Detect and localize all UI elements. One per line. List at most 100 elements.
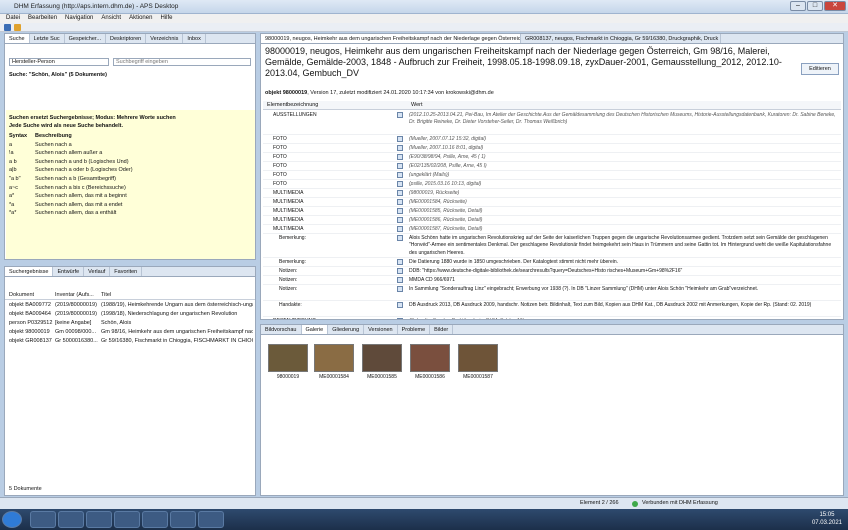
- table-row[interactable]: person P0329512 [keine Angabe] Schön, Aloi…: [5, 319, 255, 328]
- field-link-icon[interactable]: [397, 198, 405, 205]
- taskbar-app-2-icon[interactable]: [58, 511, 84, 528]
- taskbar-app-1-icon[interactable]: [30, 511, 56, 528]
- taskbar-browser-icon[interactable]: [114, 511, 140, 528]
- gallery-thumbnail[interactable]: [268, 344, 308, 372]
- field-row[interactable]: Notizen: MMDA CD 966/6971: [263, 276, 841, 285]
- taskbar-outlook-icon[interactable]: [86, 511, 112, 528]
- taskbar-app-6-icon[interactable]: [170, 511, 196, 528]
- field-row[interactable]: MULTIMEDIA (ME00001586, Rückseite, Detail…: [263, 216, 841, 225]
- table-row[interactable]: objekt BA009464 (2019/80000019) (1998/18),…: [5, 310, 255, 319]
- field-row[interactable]: Notizen: DDB: "https://www.deutsche-digit…: [263, 267, 841, 276]
- new-document-icon[interactable]: [4, 24, 11, 31]
- menu-aktionen[interactable]: Aktionen: [129, 14, 152, 23]
- field-link-icon[interactable]: [397, 301, 405, 308]
- field-row[interactable]: RESTAURIERUNG (Schaulin, Sandra; Praktika…: [263, 317, 841, 319]
- menu-datei[interactable]: Datei: [6, 14, 20, 23]
- results-col-dokument[interactable]: Dokument: [9, 291, 34, 300]
- gallery-thumbnail[interactable]: [410, 344, 450, 372]
- menu-hilfe[interactable]: Hilfe: [160, 14, 172, 23]
- tab-probleme[interactable]: Probleme: [398, 325, 431, 334]
- field-row[interactable]: FOTO (Mueller, 2007.07.12 15:32, digital): [263, 135, 841, 144]
- results-col-inventar[interactable]: Inventar (Aufs...: [55, 291, 94, 300]
- fields-col-element[interactable]: Elementbezeichnung: [267, 101, 318, 110]
- field-link-icon[interactable]: [397, 207, 405, 214]
- menu-bearbeiten[interactable]: Bearbeiten: [28, 14, 57, 23]
- field-row[interactable]: MULTIMEDIA (98000019, Rückseite): [263, 189, 841, 198]
- field-row[interactable]: FOTO (E02/135/02/208, Psille, Arne, 45 I): [263, 162, 841, 171]
- open-folder-icon[interactable]: [14, 24, 21, 31]
- tab-record-gr008137[interactable]: GR008137, neugos, Fischmarkt in Chioggia…: [521, 34, 721, 43]
- result-inv: (2019/80000019): [55, 311, 97, 317]
- gallery-thumbnail[interactable]: [362, 344, 402, 372]
- field-row[interactable]: Bemerkung: Alois Schönn hatte im ungarisc…: [263, 234, 841, 258]
- tab-gespeichert[interactable]: Gespeicher...: [65, 34, 107, 43]
- results-list: objekt BA009772 (2019/80000019) (1988/19),…: [5, 301, 255, 346]
- field-link-icon[interactable]: [397, 180, 405, 187]
- field-row[interactable]: FOTO (E90/38/98/94, Psille, Arne, 45 ( 1): [263, 153, 841, 162]
- field-link-icon[interactable]: [397, 171, 405, 178]
- search-field-select[interactable]: Hersteller-Person: [9, 58, 109, 66]
- tab-verlauf[interactable]: Verlauf: [84, 267, 111, 276]
- tab-favoriten[interactable]: Favoriten: [110, 267, 143, 276]
- field-link-icon[interactable]: [397, 318, 405, 319]
- field-link-icon[interactable]: [397, 285, 405, 292]
- field-row[interactable]: MULTIMEDIA (ME00001584, Rückseite): [263, 198, 841, 207]
- tab-suche[interactable]: Suche: [5, 34, 30, 43]
- field-link-icon[interactable]: [397, 225, 405, 232]
- field-link-icon[interactable]: [397, 135, 405, 142]
- field-link-icon[interactable]: [397, 234, 405, 241]
- taskbar-word-icon[interactable]: [198, 511, 224, 528]
- field-row[interactable]: FOTO (psille, 2015.03.16 10:13, digital): [263, 180, 841, 189]
- field-link-icon[interactable]: [397, 162, 405, 169]
- table-row[interactable]: objekt GR008137 Gr 5000016380... Gr 59/163…: [5, 337, 255, 346]
- tab-galerie[interactable]: Galerie: [301, 325, 329, 334]
- search-input[interactable]: [113, 58, 251, 66]
- field-link-icon[interactable]: [397, 216, 405, 223]
- field-row[interactable]: AUSSTELLUNGEN (2012.10.25-2013.04.21, Pei…: [263, 111, 841, 135]
- tab-bildvorschau[interactable]: Bildvorschau: [261, 325, 302, 334]
- record-editor: 98000019, neugos, Heimkehr aus dem ungar…: [260, 33, 844, 320]
- tab-entwuerfe[interactable]: Entwürfe: [53, 267, 85, 276]
- close-button[interactable]: ✕: [824, 1, 846, 11]
- tab-inbox[interactable]: Inbox: [183, 34, 206, 43]
- minimize-button[interactable]: –: [790, 1, 806, 11]
- tab-deskriptoren[interactable]: Deskriptoren: [106, 34, 147, 43]
- field-row[interactable]: FOTO (Mueller, 2007.10.16 8:01, digital): [263, 144, 841, 153]
- tab-verzeichnis[interactable]: Verzeichnis: [146, 34, 184, 43]
- tab-suchergebnisse[interactable]: Suchergebnisse: [5, 267, 54, 276]
- results-col-titel[interactable]: Titel: [101, 291, 111, 300]
- field-row[interactable]: FOTO (ungeklärt (Mails)): [263, 171, 841, 180]
- field-value: (psille, 2015.03.16 10:13, digital): [409, 180, 482, 187]
- start-button[interactable]: [2, 511, 22, 528]
- table-row[interactable]: objekt 98000019 Gm 00098/000... Gm 98/16, …: [5, 328, 255, 337]
- field-link-icon[interactable]: [397, 112, 405, 118]
- field-row[interactable]: MULTIMEDIA (ME00001585, Rückseite, Detail…: [263, 207, 841, 216]
- tab-record-98000019[interactable]: 98000019, neugos, Heimkehr aus dem ungar…: [261, 34, 521, 43]
- field-link-icon[interactable]: [397, 258, 405, 265]
- table-row[interactable]: objekt BA009772 (2019/80000019) (1988/19),…: [5, 301, 255, 310]
- edit-button[interactable]: Editieren: [801, 63, 839, 75]
- field-row[interactable]: Notizen: In Sammlung "Sonderauftrag Linz"…: [263, 285, 841, 301]
- tab-bilder[interactable]: Bilder: [430, 325, 454, 334]
- field-link-icon[interactable]: [397, 267, 405, 274]
- taskbar-aps-icon[interactable]: [142, 511, 168, 528]
- field-link-icon[interactable]: [397, 144, 405, 151]
- help-syntax: !a: [9, 150, 14, 157]
- gallery-thumbnail[interactable]: [314, 344, 354, 372]
- field-row[interactable]: MULTIMEDIA (ME00001587, Rückseite, Detail…: [263, 225, 841, 234]
- gallery-thumbnail-label: 98000019: [276, 374, 300, 380]
- field-row[interactable]: Handakte: DB Ausdruck 2013, DB Ausdruck 2…: [263, 301, 841, 318]
- tab-letzte-suche[interactable]: Letzte Suc: [30, 34, 65, 43]
- fields-col-wert[interactable]: Wert: [411, 101, 423, 110]
- tab-gliederung[interactable]: Gliederung: [328, 325, 365, 334]
- menu-ansicht[interactable]: Ansicht: [101, 14, 121, 23]
- result-title: Gr 59/16380, Fischmarkt in Chioggia, FIS…: [101, 338, 253, 344]
- field-link-icon[interactable]: [397, 189, 405, 196]
- field-link-icon[interactable]: [397, 276, 405, 283]
- tab-versionen[interactable]: Versionen: [364, 325, 398, 334]
- field-row[interactable]: Bemerkung: Die Datierung 1880 wurde in 18…: [263, 258, 841, 267]
- gallery-thumbnail[interactable]: [458, 344, 498, 372]
- menu-navigation[interactable]: Navigation: [65, 14, 93, 23]
- maximize-button[interactable]: □: [807, 1, 823, 11]
- field-link-icon[interactable]: [397, 153, 405, 160]
